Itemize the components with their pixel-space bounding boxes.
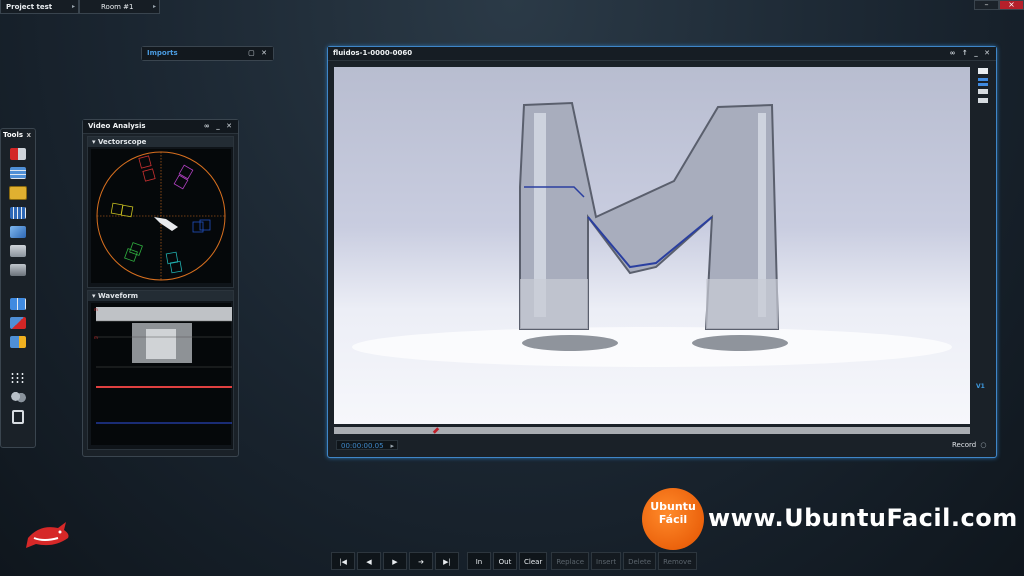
record-button[interactable]: Record ○ — [952, 441, 987, 449]
folder-icon[interactable] — [978, 68, 988, 74]
link-icon[interactable]: ∞ — [950, 49, 958, 57]
exit-door-icon[interactable] — [12, 410, 24, 424]
delete-button[interactable]: Delete — [623, 552, 657, 570]
clear-button[interactable]: Clear — [519, 552, 548, 570]
imports-window-buttons: ▢ ✕ — [248, 47, 269, 60]
vectorscope-header[interactable]: ▾ Vectorscope — [88, 137, 233, 147]
step-back-button[interactable]: ◀ — [357, 552, 381, 570]
link-icon[interactable]: ∞ — [204, 122, 212, 130]
tab-project-test[interactable]: Project test ▸ — [0, 0, 79, 14]
printer-icon[interactable] — [10, 245, 26, 257]
video-analysis-title-bar: Video Analysis ∞ _ ✕ — [83, 120, 238, 134]
go-to-start-button[interactable]: |◀ — [331, 552, 355, 570]
vectorscope-title: Vectorscope — [97, 138, 147, 146]
replace-button[interactable]: Replace — [551, 552, 590, 570]
tools-wrench-icon[interactable] — [10, 317, 26, 329]
in-button[interactable]: In — [467, 552, 491, 570]
tab-project-label: Project test — [6, 3, 53, 11]
minimize-button[interactable]: – — [974, 0, 999, 10]
export-arrow-icon[interactable] — [10, 336, 26, 348]
timeline-scrubber[interactable] — [334, 427, 970, 434]
close-icon[interactable]: ✕ — [984, 49, 992, 57]
video-analysis-window-buttons: ∞ _ ✕ — [204, 120, 234, 133]
viewer-title-bar: fluidos-1-0000-0060 ∞ ↑ _ ✕ — [328, 47, 996, 61]
viewer-window-buttons: ∞ ↑ _ ✕ — [950, 47, 992, 60]
vectorscope-graph — [91, 149, 231, 283]
viewer-title: fluidos-1-0000-0060 — [333, 49, 413, 57]
folder-icon[interactable] — [9, 186, 27, 200]
minimize-icon[interactable]: _ — [216, 122, 222, 130]
pin-icon[interactable]: ↑ — [962, 49, 970, 57]
step-forward-button[interactable]: ➔ — [409, 552, 433, 570]
cube-icon[interactable] — [10, 226, 26, 238]
restore-icon[interactable]: ▢ — [248, 49, 257, 57]
vectorscope-section: ▾ Vectorscope — [87, 136, 234, 288]
svg-text:m: m — [94, 335, 98, 340]
tab-room-1[interactable]: Room #1 ▸ — [79, 0, 160, 14]
window-icon[interactable] — [978, 89, 988, 94]
logo-line-2: Fácil — [658, 513, 688, 526]
timecode-display[interactable]: 00:00:00.05 ▸ — [336, 440, 398, 450]
tools-title-bar: Tools x — [1, 129, 35, 141]
record-label: Record — [952, 441, 977, 449]
ubuntufacil-logo: Ubuntu Fácil — [642, 488, 704, 550]
video-analysis-panel: Video Analysis ∞ _ ✕ ▾ Vectorscope ▾ Wav… — [82, 119, 239, 457]
grid-icon[interactable] — [10, 207, 26, 219]
remove-button[interactable]: Remove — [658, 552, 697, 570]
import-arrow-icon[interactable] — [10, 148, 26, 160]
transport-bar: |◀ ◀ ▶ ➔ ▶| In Out Clear Replace Insert … — [331, 552, 697, 572]
insert-button[interactable]: Insert — [591, 552, 622, 570]
waveform-title: Waveform — [97, 292, 139, 300]
video-analysis-title: Video Analysis — [88, 122, 146, 130]
tools-title: Tools — [3, 131, 24, 139]
apps-grid-icon[interactable] — [10, 372, 26, 384]
layers-icon[interactable] — [10, 167, 26, 179]
window-stack-icon[interactable] — [978, 98, 988, 103]
top-tab-bar: Project test ▸ Room #1 ▸ — [0, 0, 160, 14]
close-window-button[interactable]: × — [999, 0, 1024, 10]
tab-room-label: Room #1 — [101, 3, 134, 11]
tab-arrow-icon[interactable]: ▸ — [153, 0, 156, 14]
shark-mascot-icon — [24, 518, 72, 552]
calculator-icon[interactable] — [10, 298, 26, 310]
users-icon[interactable] — [10, 391, 26, 403]
tab-arrow-icon[interactable]: ▸ — [72, 0, 75, 14]
imports-title-bar[interactable]: Imports ▢ ✕ — [142, 47, 273, 60]
layer-v1-label[interactable]: V1 — [976, 383, 985, 390]
minimize-icon[interactable]: _ — [974, 49, 980, 57]
watermark-url: www.UbuntuFacil.com — [708, 504, 1018, 532]
timecode-value: 00:00:00.05 — [341, 442, 384, 450]
imports-panel: Imports ▢ ✕ — [141, 46, 274, 61]
svg-text:m: m — [94, 307, 98, 312]
waveform-section: ▾ Waveform m m — [87, 290, 234, 450]
window-controls: – × — [974, 0, 1024, 10]
tools-close-icon[interactable]: x — [26, 129, 31, 141]
layers-icon[interactable] — [978, 83, 988, 86]
go-to-end-button[interactable]: ▶| — [435, 552, 459, 570]
timecode-arrow-icon[interactable]: ▸ — [390, 441, 394, 451]
video-frame[interactable] — [334, 67, 970, 424]
waveform-graph: m m — [91, 303, 232, 445]
drive-icon[interactable] — [10, 264, 26, 276]
out-button[interactable]: Out — [493, 552, 517, 570]
logo-line-1: Ubuntu — [650, 500, 696, 513]
record-dot-icon: ○ — [980, 441, 987, 449]
waveform-header[interactable]: ▾ Waveform — [88, 291, 233, 301]
ice-letter-m-image — [352, 101, 952, 367]
play-button[interactable]: ▶ — [383, 552, 407, 570]
imports-title: Imports — [147, 49, 178, 57]
close-icon[interactable]: ✕ — [261, 49, 269, 57]
layers-icon[interactable] — [978, 78, 988, 81]
close-icon[interactable]: ✕ — [226, 122, 234, 130]
tools-panel: Tools x — [0, 128, 36, 448]
